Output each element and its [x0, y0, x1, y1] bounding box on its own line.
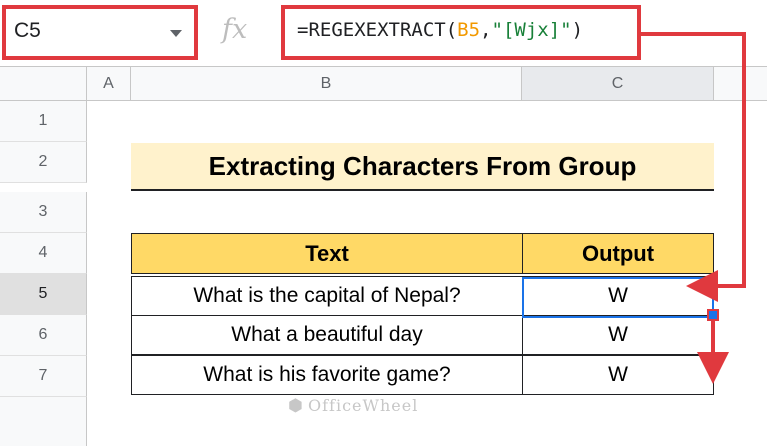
watermark-logo-icon: ⬢: [288, 396, 303, 415]
formula-to-cell-arrow: [641, 32, 746, 302]
annotation-arrows: [641, 32, 746, 384]
watermark: OfficeWheel: [308, 396, 419, 415]
